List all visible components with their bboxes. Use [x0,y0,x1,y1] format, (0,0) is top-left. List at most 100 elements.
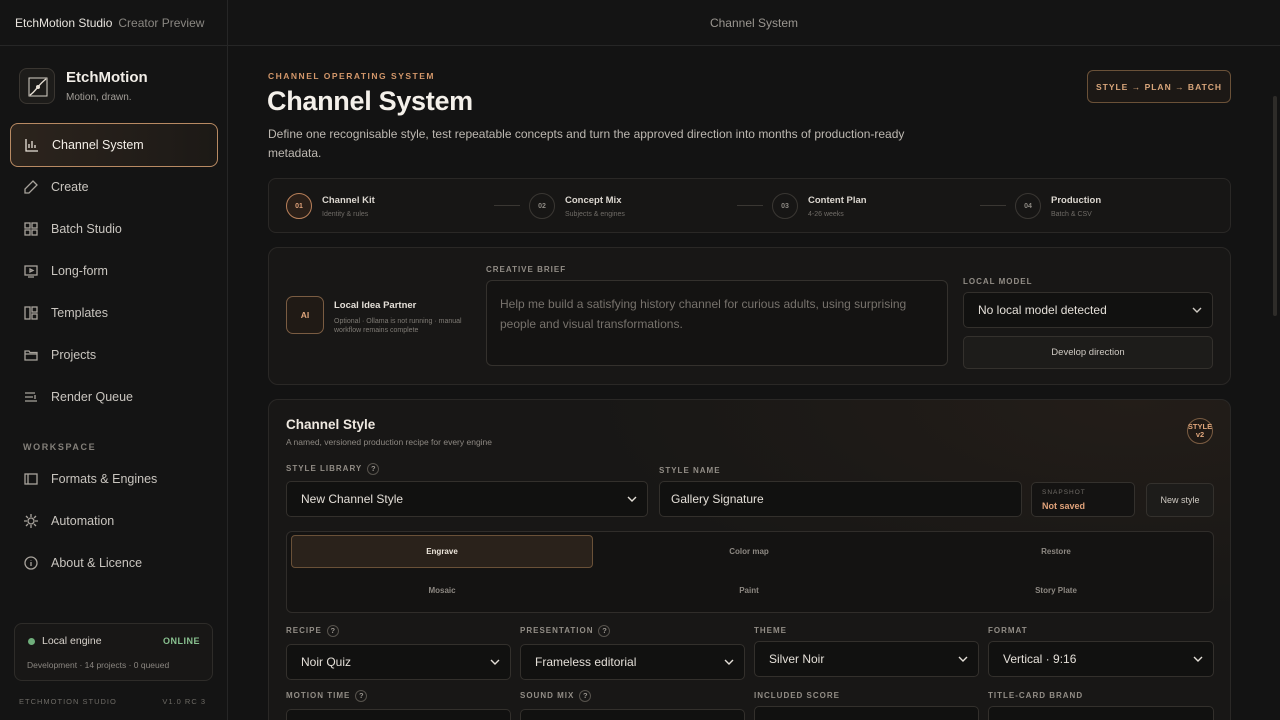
queue-icon [23,389,39,405]
engine-option-restore[interactable]: Restore [905,535,1207,568]
creative-brief-input[interactable]: Help me build a satisfying history chann… [486,280,948,366]
presentation-select[interactable]: Frameless editorial [520,644,745,680]
step-connector [980,205,1006,206]
step-subtitle: Subjects & engines [565,211,625,218]
sidebar-item-label: Render Queue [51,390,134,404]
sidebar-panel-icon [23,471,39,487]
step-number: 01 [286,193,312,219]
sidebar-item-render-queue[interactable]: Render Queue [10,375,218,419]
snapshot-status: SNAPSHOT Not saved [1031,482,1135,517]
scrollbar[interactable] [1273,96,1277,316]
sidebar-item-projects[interactable]: Projects [10,333,218,377]
sidebar-item-batch-studio[interactable]: Batch Studio [10,207,218,251]
develop-direction-button[interactable]: Develop direction [963,336,1213,369]
status-badge: ONLINE [162,636,200,646]
video-icon [23,263,39,279]
brief-label: CREATIVE BRIEF [486,265,567,274]
sidebar-item-automation[interactable]: Automation [10,499,218,543]
engine-option-color-map[interactable]: Color map [598,535,900,568]
sidebar-item-label: Batch Studio [51,222,122,236]
engine-status-card: Local engine ONLINE Development · 14 pro… [14,623,213,681]
step-subtitle: Identity & rules [322,211,369,218]
main-content: CHANNEL OPERATING SYSTEM Channel System … [228,46,1280,720]
idea-partner-card: AI Local Idea Partner Optional · Ollama … [268,247,1231,385]
step-connector [737,205,763,206]
presentation-label: PRESENTATION? [520,625,611,637]
step-concept-mix[interactable]: 02 Concept Mix Subjects & engines [529,193,625,219]
help-icon[interactable]: ? [579,690,592,702]
chevron-down-icon [627,496,637,502]
chevron-down-icon [490,659,500,665]
sidebar-item-formats-engines[interactable]: Formats & Engines [10,457,218,501]
step-production[interactable]: 04 Production Batch & CSV [1015,193,1101,219]
title-card-brand-select[interactable] [988,706,1214,720]
footer-version: V1.0 RC 3 [162,697,206,706]
sidebar-item-label: Channel System [52,138,144,152]
select-value: Vertical · 9:16 [1003,652,1077,666]
style-card-title: Channel Style [286,417,376,432]
motion-time-select[interactable] [286,709,511,720]
motion-time-label: MOTION TIME? [286,690,368,702]
help-icon[interactable]: ? [367,463,380,475]
local-model-select[interactable]: No local model detected [963,292,1213,328]
partner-title: Local Idea Partner [334,300,417,311]
engine-option-story-plate[interactable]: Story Plate [905,574,1207,607]
logo-title: EtchMotion [66,69,148,86]
engine-meta: Development · 14 projects · 0 queued [27,660,170,670]
sidebar-item-about[interactable]: About & Licence [10,541,218,585]
logo-tagline: Motion, drawn. [66,92,132,103]
cog-icon [23,513,39,529]
engine-option-paint[interactable]: Paint [598,574,900,607]
style-library-select[interactable]: New Channel Style [286,481,648,517]
style-version-badge: STYLE v2 [1187,418,1213,444]
help-icon[interactable]: ? [326,625,339,637]
sound-mix-select[interactable] [520,709,745,720]
sidebar-item-long-form[interactable]: Long-form [10,249,218,293]
sidebar-item-label: Create [51,180,89,194]
step-channel-kit[interactable]: 01 Channel Kit Identity & rules [286,193,375,219]
help-icon[interactable]: ? [598,625,611,637]
sidebar-item-templates[interactable]: Templates [10,291,218,335]
partner-subtitle: Optional · Ollama is not running · manua… [334,318,462,334]
format-label: FORMAT [988,626,1028,635]
page-description: Define one recognisable style, test repe… [268,127,905,160]
style-name-input[interactable]: Gallery Signature [659,481,1022,517]
channel-style-card: Channel Style A named, versioned product… [268,399,1231,720]
app-edition: Creator Preview [118,16,205,30]
select-value: New Channel Style [301,492,404,506]
help-icon[interactable]: ? [355,690,368,702]
new-style-button[interactable]: New style [1146,483,1214,517]
page-eyebrow: CHANNEL OPERATING SYSTEM [268,71,435,81]
status-dot-icon [28,638,35,645]
sidebar-item-label: About & Licence [51,556,143,570]
theme-select[interactable]: Silver Noir [754,641,979,677]
badge-line: v2 [1195,430,1205,439]
included-score-select[interactable] [754,706,979,720]
chevron-down-icon [958,656,968,662]
snapshot-label: SNAPSHOT [1042,489,1086,496]
sidebar-item-channel-system[interactable]: Channel System [10,123,218,167]
sidebar-item-create[interactable]: Create [10,165,218,209]
sidebar-item-label: Templates [51,306,108,320]
theme-label: THEME [754,626,787,635]
app-name: EtchMotion Studio [15,16,113,30]
chevron-down-icon [1192,307,1202,313]
template-icon [23,305,39,321]
recipe-select[interactable]: Noir Quiz [286,644,511,680]
page-title: Channel System [267,86,473,116]
select-value: No local model detected [978,303,1107,317]
format-select[interactable]: Vertical · 9:16 [988,641,1214,677]
step-title: Concept Mix [565,195,622,206]
workspace-section-label: WORKSPACE [23,442,97,452]
engine-option-engrave[interactable]: Engrave [291,535,593,568]
app-brand: EtchMotion Studio Creator Preview [15,16,204,30]
chevron-down-icon [724,659,734,665]
engine-option-mosaic[interactable]: Mosaic [291,574,593,607]
sidebar: EtchMotion Motion, drawn. Channel System… [0,46,228,720]
footer-app-name: ETCHMOTION STUDIO [19,697,117,706]
step-connector [494,205,520,206]
snapshot-value: Not saved [1042,501,1086,511]
select-value: Noir Quiz [301,655,352,669]
step-content-plan[interactable]: 03 Content Plan 4-26 weeks [772,193,867,219]
ai-badge-icon: AI [286,296,324,334]
